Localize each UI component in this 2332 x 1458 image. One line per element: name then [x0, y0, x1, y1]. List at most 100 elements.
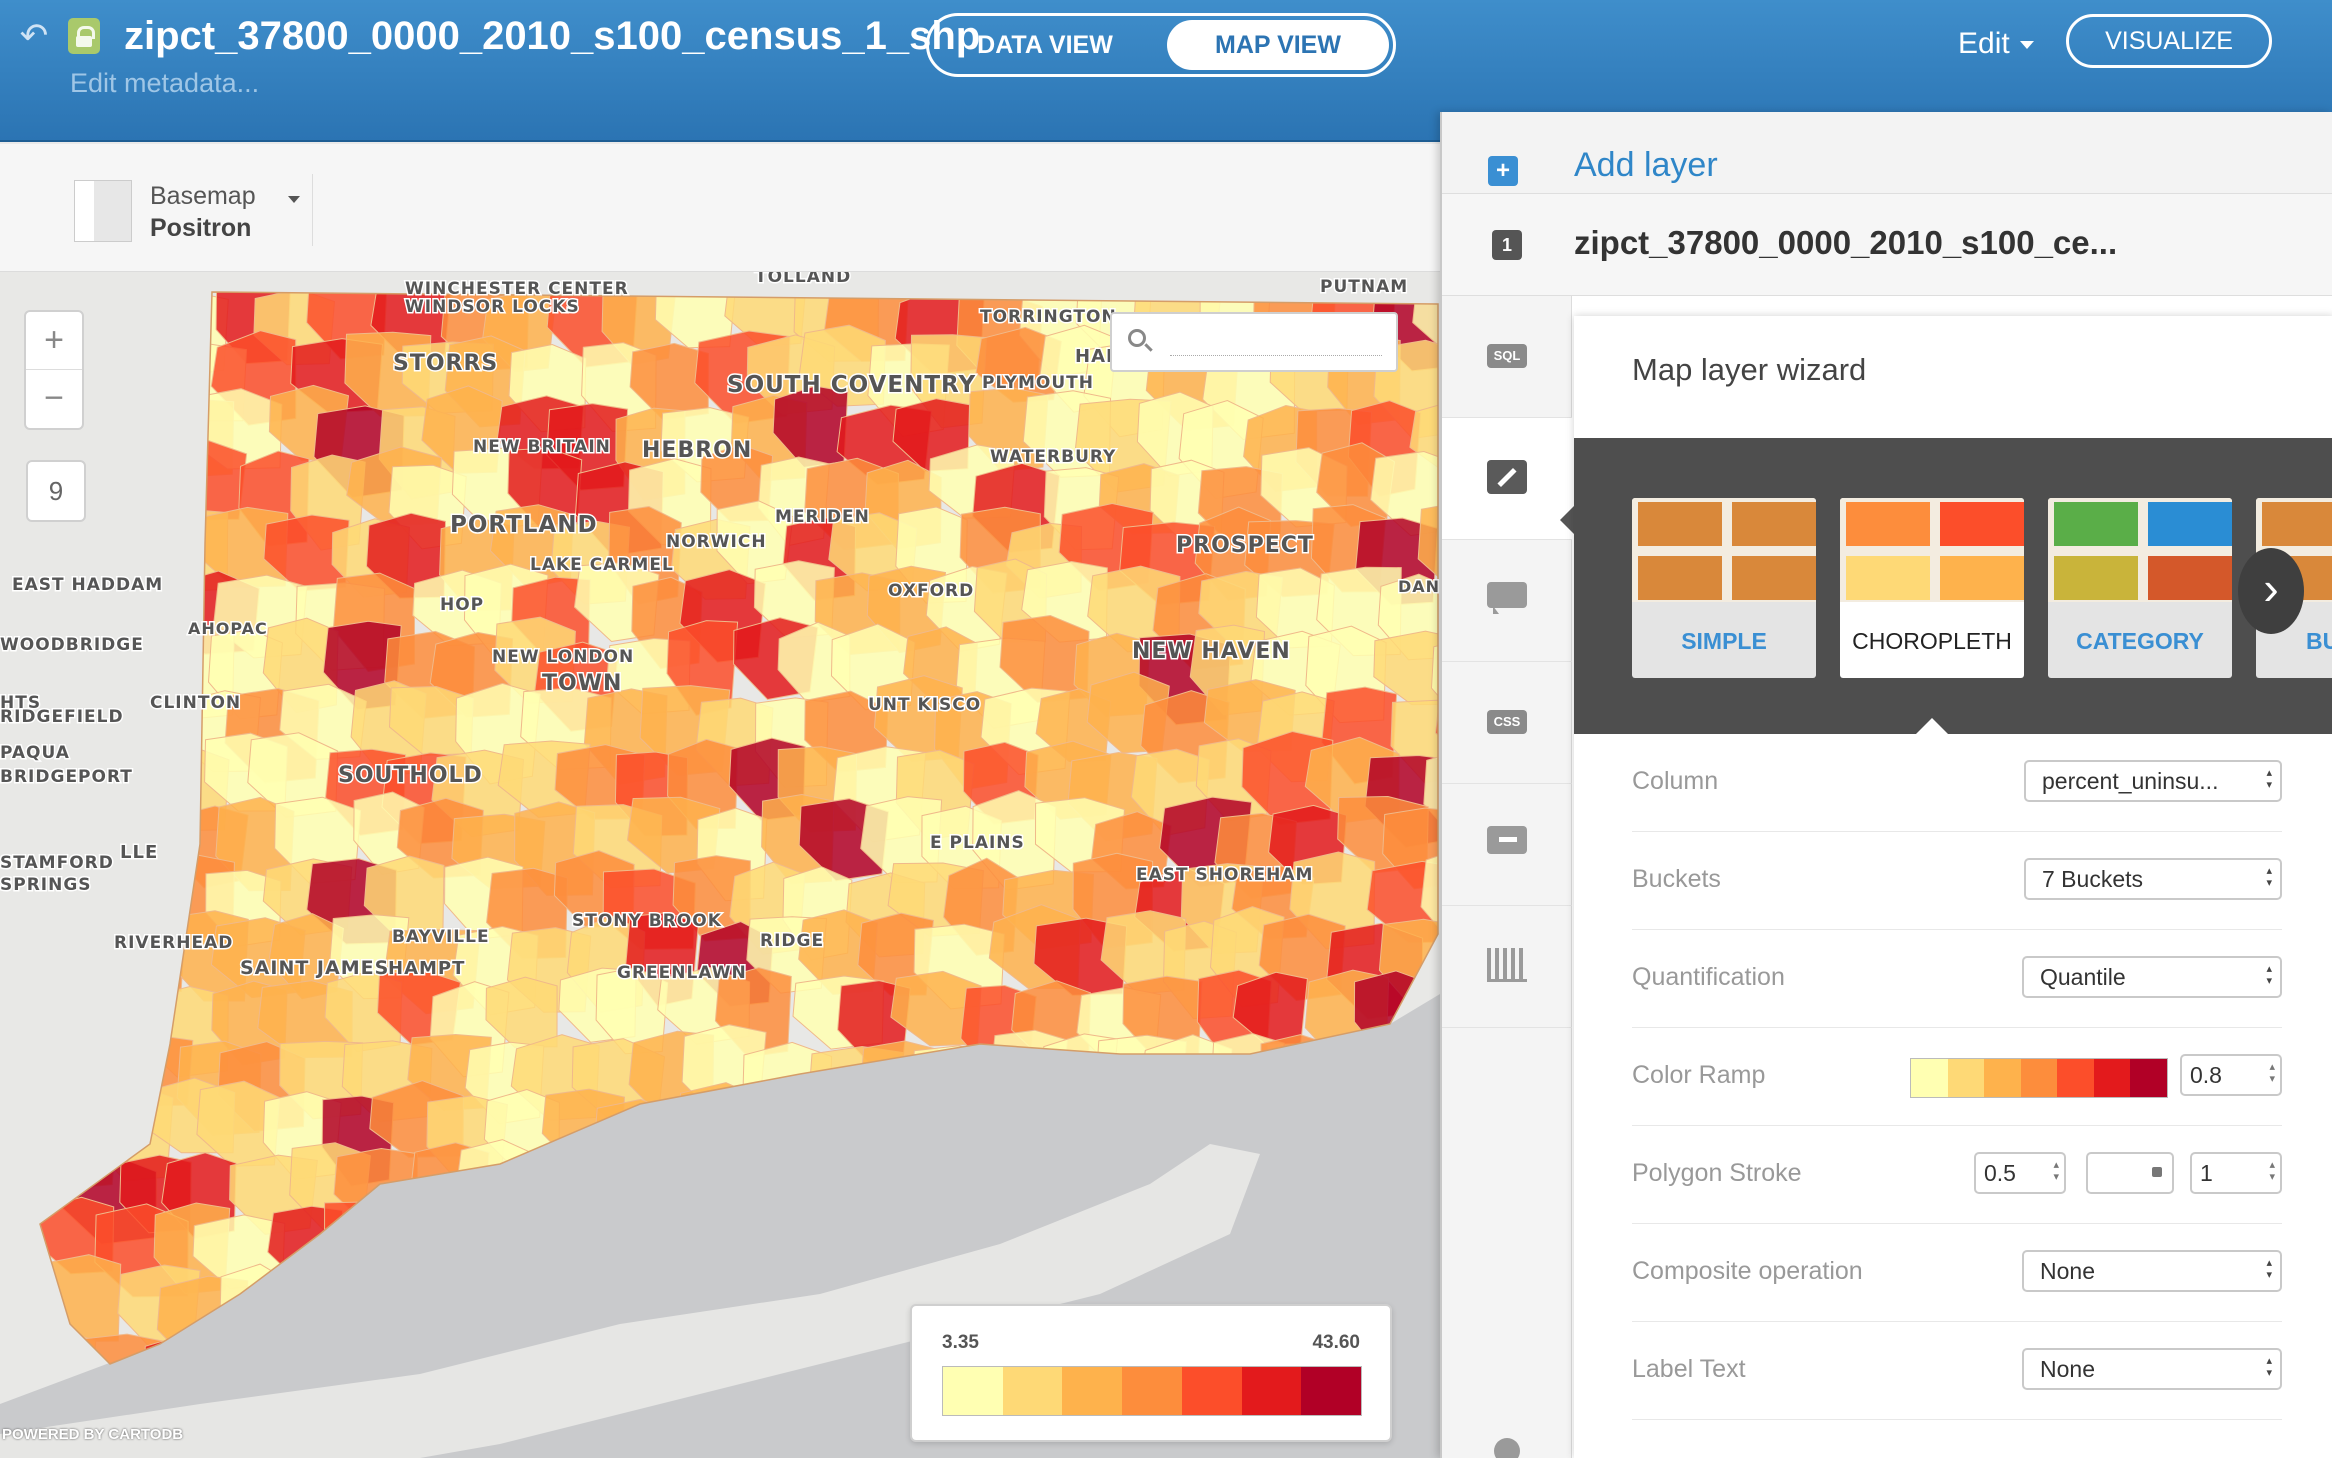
legend-max-value: 43.60 — [1312, 1332, 1360, 1353]
place-label: NEW LONDON — [492, 647, 634, 667]
place-label: AHOPAC — [188, 619, 268, 638]
edit-menu[interactable]: Edit — [1958, 24, 2034, 64]
place-label: RIVERHEAD — [114, 933, 233, 953]
place-label: HEBRON — [642, 438, 752, 463]
color-swatch — [1241, 1367, 1302, 1415]
css-icon: CSS — [1487, 710, 1527, 734]
edit-metadata-link[interactable]: Edit metadata... — [70, 68, 259, 99]
place-label: SOUTH COVENTRY — [727, 372, 976, 398]
layer-header[interactable]: 1 zipct_37800_0000_2010_s100_ce... — [1442, 194, 2332, 296]
quantification-select[interactable]: Quantile — [2022, 956, 2282, 998]
attribution-logo[interactable]: POWERED BY CARTODB — [2, 1426, 183, 1443]
color-swatch — [1002, 1367, 1063, 1415]
wizard-pointer-arrow — [1560, 506, 1574, 534]
type-simple[interactable]: SIMPLE — [1632, 498, 1816, 678]
column-row: Column percent_uninsu... — [1632, 734, 2282, 832]
place-label: TOWN — [542, 671, 622, 696]
chevron-right-icon[interactable]: › — [2238, 548, 2304, 634]
wizard-tool[interactable] — [1442, 418, 1572, 540]
type-category-label: CATEGORY — [2076, 628, 2204, 654]
color-swatch — [2057, 1059, 2094, 1097]
chevron-down-icon — [288, 196, 300, 203]
map-view-button[interactable]: MAP VIEW — [1167, 20, 1389, 70]
color-swatch — [2130, 1059, 2168, 1097]
zoom-control: + − — [24, 310, 84, 430]
search-icon[interactable] — [1128, 329, 1146, 347]
color-swatch — [1947, 1059, 1985, 1097]
place-label: PROSPECT — [1176, 533, 1314, 558]
preview-block — [1846, 556, 1930, 600]
color-ramp-picker[interactable] — [1910, 1058, 2168, 1098]
lock-icon[interactable] — [68, 18, 100, 54]
place-label: E PLAINS — [930, 833, 1025, 853]
place-label: STONY BROOK — [572, 911, 722, 931]
add-layer-row[interactable]: + Add layer — [1442, 112, 2332, 194]
map-search-input[interactable] — [1170, 326, 1382, 356]
place-label: NORWICH — [666, 532, 767, 552]
type-category[interactable]: CATEGORY — [2048, 498, 2232, 678]
preview-block — [2148, 556, 2232, 600]
layer-number-badge: 1 — [1492, 230, 1522, 260]
buckets-select[interactable]: 7 Buckets — [2024, 858, 2282, 900]
column-select[interactable]: percent_uninsu... — [2024, 760, 2282, 802]
preview-block — [1940, 502, 2024, 546]
type-simple-label: SIMPLE — [1681, 628, 1767, 654]
label-text-label: Label Text — [1632, 1355, 1746, 1383]
color-swatch — [2093, 1059, 2131, 1097]
tool-rail: SQL CSS — [1442, 296, 1572, 1458]
basemap-selector[interactable]: Basemap Positron — [74, 180, 314, 246]
place-label: EAST SHOREHAM — [1136, 865, 1313, 885]
label-text-select[interactable]: None — [2022, 1348, 2282, 1390]
place-label: WINCHESTER CENTER — [405, 279, 629, 299]
place-label: EAST HADDAM — [12, 575, 163, 595]
paint-brush-icon — [1487, 460, 1527, 494]
map-legend: 3.35 43.60 — [910, 1304, 1392, 1442]
add-layer-label[interactable]: Add layer — [1574, 146, 1718, 185]
zoom-level-indicator: 9 — [26, 460, 86, 522]
color-ramp-label: Color Ramp — [1632, 1061, 1766, 1089]
preview-block — [1940, 556, 2024, 600]
stroke-width-input[interactable]: 0.5 — [1974, 1152, 2066, 1194]
color-swatch — [1301, 1367, 1362, 1415]
bar-chart-icon — [1487, 948, 1527, 982]
visualization-type-carousel: SIMPLE CHOROPLETH CATEGORY BU › — [1574, 438, 2332, 734]
back-arrow-icon[interactable]: ↶ — [14, 16, 54, 56]
stroke-opacity-input[interactable]: 1 — [2190, 1152, 2282, 1194]
place-label: PAQUA — [0, 743, 70, 763]
composite-select[interactable]: None — [2022, 1250, 2282, 1292]
composite-label: Composite operation — [1632, 1257, 1863, 1285]
zoom-in-button[interactable]: + — [26, 312, 82, 370]
color-ramp-opacity-input[interactable]: 0.8 — [2180, 1054, 2282, 1096]
legends-tool[interactable] — [1442, 784, 1572, 906]
zoom-out-button[interactable]: − — [26, 370, 82, 428]
pin-tool[interactable] — [1442, 1396, 1572, 1458]
place-label: PUTNAM — [1320, 277, 1408, 297]
infowindow-tool[interactable] — [1442, 540, 1572, 662]
place-label: HOP — [440, 595, 484, 615]
legend-color-bar — [942, 1366, 1362, 1416]
preview-block — [1732, 556, 1816, 600]
type-choropleth[interactable]: CHOROPLETH — [1840, 498, 2024, 678]
map-layer-wizard: Map layer wizard SIMPLE CHOROPLETH CATEG… — [1574, 316, 2332, 1458]
buckets-label: Buckets — [1632, 865, 1721, 893]
label-text-row: Label Text None — [1632, 1322, 2282, 1420]
color-swatch — [1122, 1367, 1182, 1415]
color-swatch — [943, 1367, 1003, 1415]
quantification-row: Quantification Quantile — [1632, 930, 2282, 1028]
buckets-row: Buckets 7 Buckets — [1632, 832, 2282, 930]
filters-tool[interactable] — [1442, 906, 1572, 1028]
edit-menu-label: Edit — [1958, 27, 2010, 60]
color-swatch — [1984, 1059, 2021, 1097]
css-tool[interactable]: CSS — [1442, 662, 1572, 784]
type-simple-preview — [1632, 498, 1816, 602]
visualize-button[interactable]: VISUALIZE — [2066, 14, 2272, 68]
table-title[interactable]: zipct_37800_0000_2010_s100_census_1_shp_… — [124, 10, 980, 62]
place-label: LLE — [120, 842, 158, 863]
preview-block — [1732, 502, 1816, 546]
stroke-color-picker[interactable] — [2086, 1152, 2174, 1194]
sql-tool[interactable]: SQL — [1442, 296, 1572, 418]
place-label: SAINT JAMES — [240, 957, 389, 979]
place-label: UNT KISCO — [868, 695, 981, 715]
data-view-button[interactable]: DATA VIEW — [929, 16, 1161, 74]
place-label: MERIDEN — [775, 507, 870, 527]
